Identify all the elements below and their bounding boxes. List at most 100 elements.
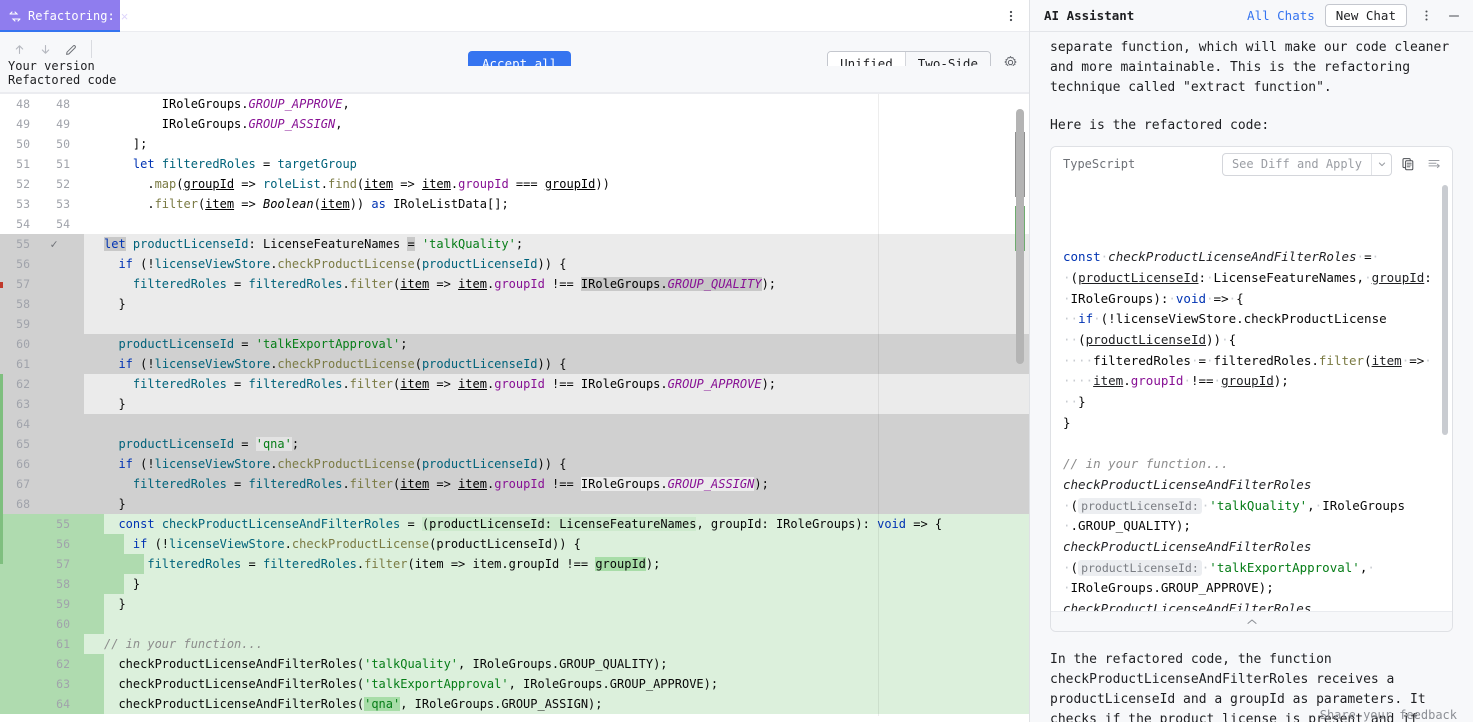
code-token: ]; <box>132 137 148 151</box>
code-token: · <box>1213 373 1222 389</box>
line-number-right: 51 <box>56 157 70 171</box>
new-chat-button[interactable]: New Chat <box>1324 4 1407 27</box>
code-token: · <box>1206 269 1214 285</box>
code-token: · <box>1221 331 1229 347</box>
diff-gutter: 55 <box>0 514 84 534</box>
diff-row[interactable]: 66 if (!licenseViewStore.checkProductLic… <box>0 454 1029 474</box>
diff-editor-pane: Refactoring: × Accept all Unified Two-Si… <box>0 0 1029 722</box>
code-line: productLicenseId = 'talkExportApproval'; <box>84 334 1029 354</box>
diff-row[interactable]: 58 } <box>0 574 1029 594</box>
diff-row[interactable]: 50 50 ]; <box>0 134 1029 154</box>
diff-row[interactable]: 55 const checkProductLicenseAndFilterRol… <box>0 514 1029 534</box>
line-number-left: 56 <box>16 257 30 271</box>
diff-row[interactable]: 62 checkProductLicenseAndFilterRoles('ta… <box>0 654 1029 674</box>
diff-row[interactable]: 48 48 IRoleGroups.GROUP_APPROVE, <box>0 94 1029 114</box>
code-token: productLicenseId <box>421 257 538 271</box>
code-token: filter <box>349 277 394 291</box>
copy-icon[interactable] <box>1398 153 1418 175</box>
diff-row[interactable]: 53 53 .filter(item => Boolean(item)) as I… <box>0 194 1029 214</box>
code-token: filteredRoles <box>132 477 227 491</box>
diff-row[interactable]: 59 } <box>0 594 1029 614</box>
minimize-icon[interactable] <box>1445 5 1463 27</box>
code-line <box>84 614 1029 634</box>
code-token: · <box>1093 311 1101 327</box>
diff-row[interactable]: 65 productLicenseId = 'qna'; <box>0 434 1029 454</box>
diff-version-labels: Your version Refactored code <box>0 59 1029 94</box>
code-token: ); <box>754 477 769 491</box>
diff-row[interactable]: 59 <box>0 314 1029 334</box>
code-token: { <box>1228 331 1237 347</box>
line-number-left: 60 <box>16 337 30 351</box>
code-token: groupId <box>544 177 596 191</box>
code-line: checkProductLicenseAndFilterRoles('talkE… <box>84 674 1029 694</box>
code-token: , groupId: IRoleGroups): <box>696 517 878 531</box>
tab-refactoring[interactable]: Refactoring: × <box>0 0 128 33</box>
diff-row[interactable]: 57 filteredRoles = filteredRoles.filter(… <box>0 554 1029 574</box>
pencil-icon[interactable] <box>60 38 82 60</box>
diff-row[interactable]: 63 } <box>0 394 1029 414</box>
diff-row[interactable]: 55 ✓ let productLicenseId: LicenseFeatureN… <box>0 234 1029 254</box>
diff-row[interactable]: 58 } <box>0 294 1029 314</box>
share-feedback-link[interactable]: Share your feedback <box>1320 708 1457 722</box>
code-token: groupId <box>458 177 509 191</box>
code-line: } <box>84 574 1029 594</box>
editor-tabstrip: Refactoring: × <box>0 0 1029 33</box>
diff-row[interactable]: 62 filteredRoles = filteredRoles.filter(… <box>0 374 1029 394</box>
all-chats-link[interactable]: All Chats <box>1247 8 1315 23</box>
insert-code-icon[interactable] <box>1424 153 1444 175</box>
code-token: => <box>429 277 459 291</box>
close-icon[interactable]: × <box>121 10 129 23</box>
code-token: filteredRoles <box>132 277 227 291</box>
code-block-line: } <box>1063 413 1438 434</box>
code-line: .filter(item => Boolean(item)) as IRoleL… <box>84 194 1029 214</box>
diff-gutter: 57 <box>0 274 84 294</box>
diff-row[interactable]: 60 <box>0 614 1029 634</box>
diff-row[interactable]: 52 52 .map(groupId => roleList.find(item … <box>0 174 1029 194</box>
diff-row[interactable]: 67 filteredRoles = filteredRoles.filter(… <box>0 474 1029 494</box>
more-vertical-icon[interactable] <box>1001 0 1021 32</box>
code-block-content[interactable]: const·checkProductLicenseAndFilterRoles·… <box>1051 181 1452 611</box>
diff-row[interactable]: 61 if (!licenseViewStore.checkProductLic… <box>0 354 1029 374</box>
code-token: . <box>1123 373 1131 389</box>
see-diff-and-apply-button[interactable]: See Diff and Apply <box>1221 152 1392 176</box>
diff-row[interactable]: 63 checkProductLicenseAndFilterRoles('ta… <box>0 674 1029 694</box>
diff-row[interactable]: 61 // in your function... <box>0 634 1029 654</box>
accept-change-checkmark[interactable]: ✓ <box>34 237 74 251</box>
diff-row[interactable]: 64 <box>0 414 1029 434</box>
code-token: item <box>458 277 487 291</box>
arrow-down-icon[interactable] <box>34 38 56 60</box>
chevron-down-icon[interactable] <box>1371 153 1391 175</box>
diff-row[interactable]: 56 if (!licenseViewStore.checkProductLic… <box>0 534 1029 554</box>
diff-row[interactable]: 64 checkProductLicenseAndFilterRoles('qn… <box>0 694 1029 714</box>
diff-code-area[interactable]: 48 48 IRoleGroups.GROUP_APPROVE, 49 49 IRol… <box>0 94 1029 716</box>
diff-row[interactable]: 60 productLicenseId = 'talkExportApprova… <box>0 334 1029 354</box>
diff-row[interactable]: 54 54 <box>0 214 1029 234</box>
diff-row[interactable]: 56 if (!licenseViewStore.checkProductLic… <box>0 254 1029 274</box>
refactored-code-label: Refactored code <box>8 73 117 87</box>
code-token: ·· <box>1063 331 1079 347</box>
diff-gutter: 66 <box>0 454 84 474</box>
diff-row[interactable]: 51 51 let filteredRoles = targetGroup <box>0 154 1029 174</box>
code-token: targetGroup <box>277 157 357 171</box>
diff-row[interactable]: 68 } <box>0 494 1029 514</box>
code-token: · <box>1063 559 1071 575</box>
diff-row[interactable]: 57 filteredRoles = filteredRoles.filter(… <box>0 274 1029 294</box>
diff-gutter: 55 ✓ <box>0 234 84 254</box>
code-block-scrollbar[interactable] <box>1442 185 1448 605</box>
diff-row[interactable]: 49 49 IRoleGroups.GROUP_ASSIGN, <box>0 114 1029 134</box>
code-token: productLicenseId <box>118 337 235 351</box>
code-token: · <box>1356 249 1365 265</box>
code-token: checkProductLicense <box>277 257 415 271</box>
diff-gutter: 60 <box>0 334 84 354</box>
arrow-up-icon[interactable] <box>8 38 30 60</box>
code-token: productLicenseId <box>421 357 538 371</box>
code-token: (productLicenseId: LicenseFeatureNames <box>421 517 697 531</box>
code-token: if <box>118 357 133 371</box>
collapse-code-button[interactable] <box>1051 611 1452 631</box>
more-vertical-icon[interactable] <box>1417 5 1435 27</box>
code-token: if <box>118 257 133 271</box>
